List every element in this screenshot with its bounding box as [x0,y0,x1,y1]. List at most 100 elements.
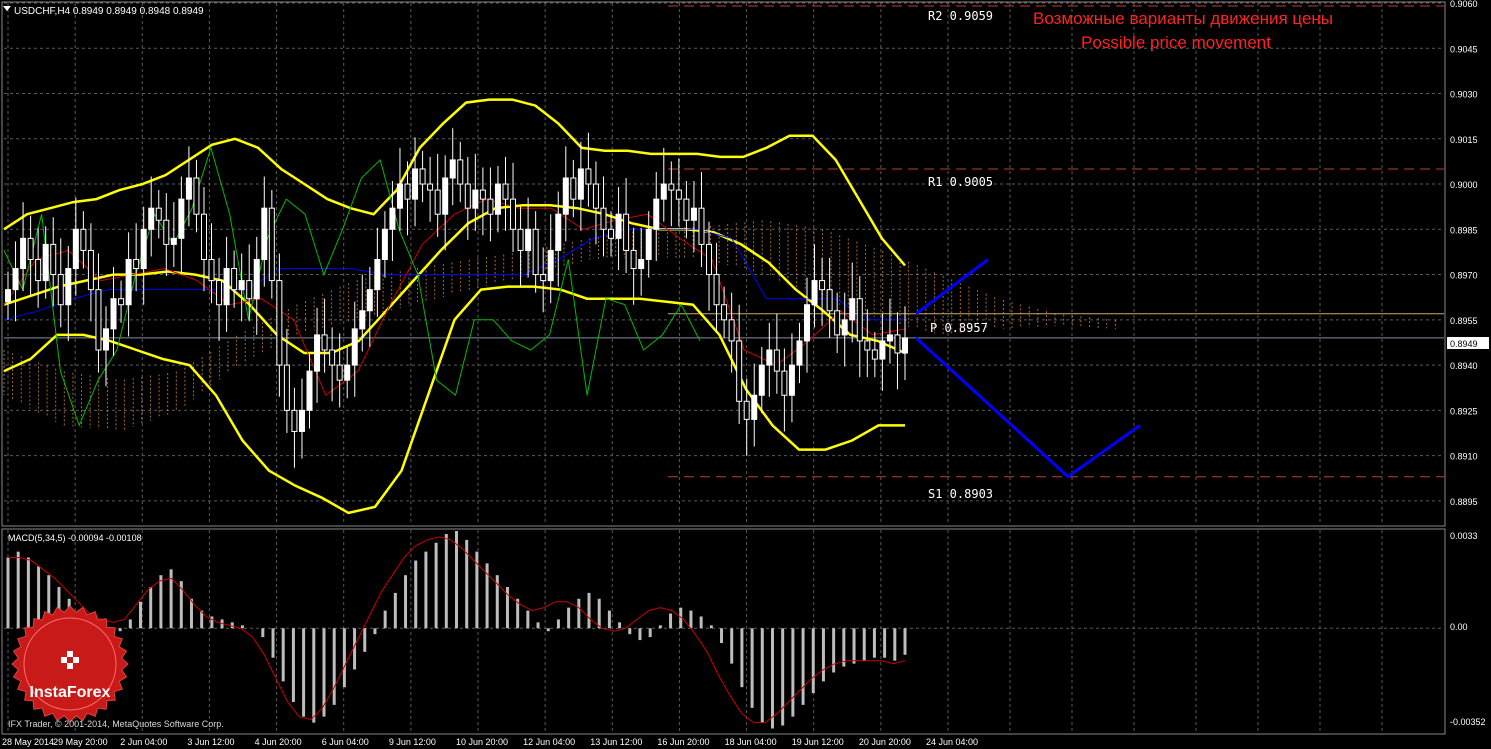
candle-body [238,280,245,291]
candle-body [653,198,660,230]
candle-body [381,228,388,260]
candle-body [630,249,637,270]
candle-body [102,328,109,351]
time-tick-label: 2 Jun 04:00 [120,737,167,747]
macd-axis-top: 0.0033 [1450,531,1478,541]
candle-body [766,349,773,366]
time-tick-label: 10 Jun 20:00 [456,737,508,747]
candle-body [525,228,532,251]
level-label-s1: S1 0.8903 [928,487,993,501]
candle-body [57,274,64,306]
candle-body [163,219,170,245]
candle-body [457,159,464,185]
time-tick-label: 13 Jun 12:00 [590,737,642,747]
candle-body [336,364,343,381]
price-tick-label: 0.9030 [1450,90,1478,100]
symbol-info: USDCHF,H4 0.8949 0.8949 0.8948 0.8949 [14,6,204,17]
candle-body [585,168,592,185]
candle-body [276,280,283,366]
time-tick-label: 28 May 2014 [2,737,54,747]
candle-body [600,207,607,230]
candle-body [856,298,863,342]
candle-body [314,334,321,372]
candle-body [871,349,878,360]
candle-body [140,228,147,270]
time-tick-label: 29 May 20:00 [53,737,108,747]
time-tick-label: 19 Jun 12:00 [792,737,844,747]
candle-body [826,289,833,312]
candle-body [849,298,856,321]
candle-body [773,349,780,372]
candle-body [223,268,230,306]
candle-body [788,364,795,396]
candle-body [736,340,743,402]
candle-body [464,183,471,209]
candle-body [540,274,547,282]
candle-body [804,304,811,342]
candle-body [366,289,373,312]
candle-body [27,237,34,260]
macd-axis-bottom: -0.00352 [1450,717,1486,727]
price-tick-label: 0.9060 [1450,0,1478,9]
candle-body [389,207,396,230]
candle-body [623,213,630,251]
price-tick-label: 0.8970 [1450,271,1478,281]
candle-body [72,228,79,270]
candle-body [442,177,449,215]
candle-body [35,258,42,282]
price-tick-label: 0.8940 [1450,361,1478,371]
candle-body [713,274,720,306]
candle-body [555,213,562,251]
time-tick-label: 12 Jun 04:00 [523,737,575,747]
candle-body [95,289,102,351]
price-tick-label: 0.8955 [1450,316,1478,326]
candle-body [231,268,238,291]
candle-body [344,364,351,381]
candle-body [638,258,645,270]
time-tick-label: 6 Jun 04:00 [322,737,369,747]
candle-body [796,340,803,366]
logo-brand-text: InstaForex [30,684,111,701]
price-tick-label: 0.9015 [1450,135,1478,145]
candle-body [902,337,908,354]
candle-body [412,168,419,200]
candle-body [185,177,192,200]
candle-body [894,334,901,354]
candle-body [675,189,682,200]
candle-body [547,249,554,282]
candle-body [65,268,72,306]
price-tick-label: 0.8895 [1450,497,1478,507]
candle-body [133,258,140,270]
candle-body [208,258,215,282]
candle-body [841,319,848,336]
candle-body [80,228,87,251]
candle-body [261,207,268,260]
candle-body [721,304,728,321]
candle-body [728,319,735,342]
time-tick-label: 18 Jun 04:00 [725,737,777,747]
candle-body [690,207,697,221]
candle-body [510,198,517,230]
macd-axis-zero: 0.00 [1450,622,1468,632]
candle-body [751,394,758,420]
candle-body [329,349,336,366]
time-tick-label: 3 Jun 12:00 [187,737,234,747]
candle-body [819,280,826,291]
price-tick-label: 0.8910 [1450,452,1478,462]
candle-body [50,243,57,276]
macd-title: MACD(5,34,5) -0.00094 -0.00108 [8,533,142,543]
level-label-pivot: P 0.8957 [930,321,988,335]
candle-body [668,183,675,191]
candle-body [268,207,275,282]
candle-body [449,159,456,179]
candle-body [608,228,615,239]
candle-body [193,177,200,215]
price-tick-label: 0.9000 [1450,180,1478,190]
candle-body [359,310,366,330]
price-tick-label: 0.8985 [1450,225,1478,235]
candle-body [743,400,750,420]
time-tick-label: 4 Jun 20:00 [255,737,302,747]
candle-body [351,328,358,366]
candle-body [660,183,667,200]
candle-body [570,177,577,200]
